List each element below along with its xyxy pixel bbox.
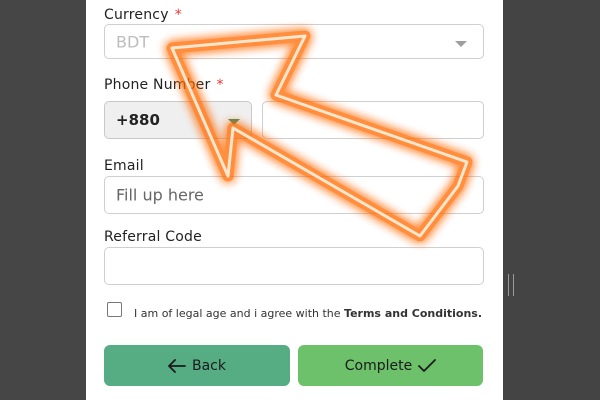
terms-link[interactable]: Terms and Conditions. [344,307,482,320]
agreement-checkbox[interactable] [107,302,122,317]
currency-value: BDT [116,32,150,51]
page-backdrop-right [503,0,600,400]
currency-label-text: Currency [104,7,169,23]
page-backdrop-left [0,0,86,400]
agreement-text: I am of legal age and i agree with the T… [134,307,482,320]
phone-label-text: Phone Number [104,77,211,93]
arrow-left-icon [168,358,186,373]
back-button-label: Back [192,357,226,374]
complete-button-label: Complete [344,357,413,374]
email-placeholder: Fill up here [116,185,204,205]
currency-label: Currency * [104,7,182,23]
chevron-down-icon [455,41,467,47]
checkmark-icon [418,358,437,372]
required-mark: * [216,77,224,93]
currency-select[interactable]: BDT [104,24,484,59]
agreement-text-body: I am of legal age and i agree with the [134,307,345,320]
email-label: Email [104,158,144,174]
phone-label: Phone Number * [104,77,224,93]
complete-button[interactable]: Complete [298,345,483,386]
required-mark: * [174,7,182,23]
referral-code-input[interactable] [104,247,484,285]
country-code-value: +880 [116,111,160,129]
phone-number-input[interactable] [262,101,484,139]
country-code-select[interactable]: +880 [104,101,252,139]
referral-code-label: Referral Code [104,229,202,245]
chevron-down-icon [228,119,240,125]
back-button[interactable]: Back [104,345,290,386]
resize-handle[interactable] [508,274,514,296]
email-input[interactable]: Fill up here [104,176,484,214]
